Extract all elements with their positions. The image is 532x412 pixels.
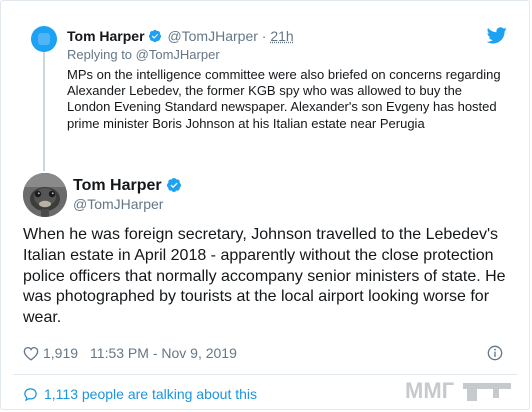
verified-badge-icon: [148, 29, 161, 43]
info-icon[interactable]: [487, 345, 503, 361]
conversation-link[interactable]: 1,113 people are talking about this: [23, 386, 257, 403]
parent-author-name[interactable]: Tom Harper: [67, 28, 145, 44]
parent-handle[interactable]: @TomJHarper: [167, 28, 257, 44]
main-author-handle[interactable]: @TomJHarper: [73, 196, 163, 213]
main-author-avatar[interactable]: [23, 173, 67, 217]
tweet-timestamp[interactable]: 11:53 PM - Nov 9, 2019: [90, 345, 237, 362]
avatar-placeholder-shape: [38, 33, 50, 45]
watermark-text: ММГ: [405, 378, 455, 403]
main-tweet-text: When he was foreign secretary, Johnson t…: [23, 226, 506, 327]
twitter-bird-icon[interactable]: [487, 27, 507, 44]
parent-tweet-header: Tom Harper @TomJHarper · 21h: [67, 28, 294, 45]
thread-connector-line: [43, 45, 45, 171]
heart-icon[interactable]: [23, 346, 39, 361]
ostrich-avatar-image: [23, 173, 67, 217]
replying-to-label[interactable]: Replying to @TomJHarper: [67, 47, 220, 63]
main-author-name-row: Tom Harper: [73, 176, 184, 195]
talking-about-text[interactable]: 1,113 people are talking about this: [44, 386, 257, 403]
parent-tweet-text: MPs on the intelligence committee were a…: [67, 67, 501, 131]
speech-bubble-icon: [24, 388, 37, 402]
watermark-logo: ММГ: [405, 378, 511, 403]
parent-avatar[interactable]: [31, 26, 57, 52]
like-count[interactable]: 1,919: [43, 345, 78, 362]
parent-time[interactable]: 21h: [270, 28, 293, 44]
main-author-name[interactable]: Tom Harper: [73, 177, 162, 194]
tweet-meta-row: 1,919 11:53 PM - Nov 9, 2019: [23, 345, 237, 362]
separator-dot: ·: [261, 28, 267, 44]
verified-badge-icon: [166, 178, 181, 192]
embedded-tweet-card: Tom Harper @TomJHarper · 21h Replying to…: [0, 0, 530, 410]
